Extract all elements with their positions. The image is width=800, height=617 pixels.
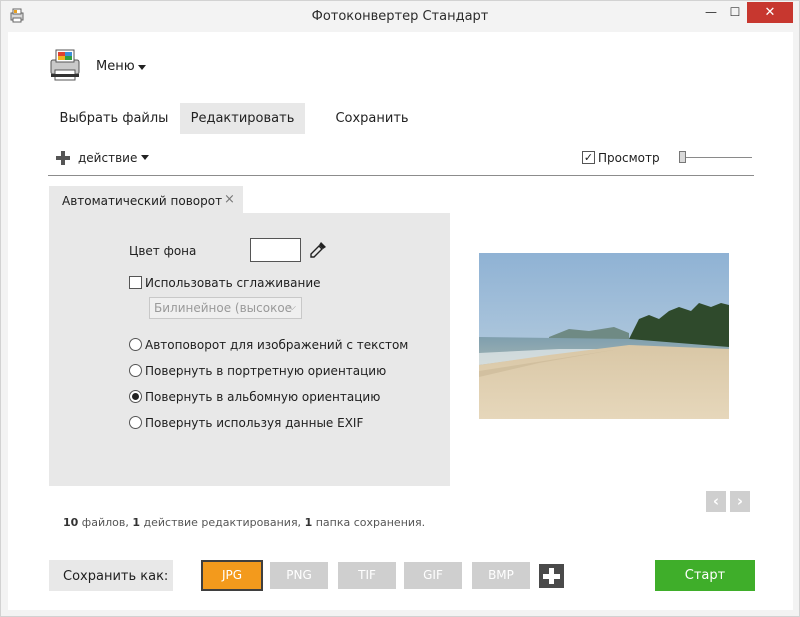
save-as-label: Сохранить как: xyxy=(63,569,169,584)
menu-label: Меню xyxy=(96,59,135,74)
radio-portrait-label: Повернуть в портретную ориентацию xyxy=(145,364,387,378)
format-tif-button[interactable]: TIF xyxy=(338,562,396,589)
format-jpg-button[interactable]: JPG xyxy=(201,560,263,591)
format-png-button[interactable]: PNG xyxy=(270,562,328,589)
printer-photo-icon xyxy=(50,49,80,81)
zoom-slider-track[interactable] xyxy=(680,157,752,158)
radio-portrait[interactable] xyxy=(129,364,142,377)
actions-count: 1 xyxy=(132,516,140,529)
tab-choose-files[interactable]: Выбрать файлы xyxy=(50,103,178,134)
chevron-down-icon xyxy=(138,65,146,70)
format-bmp-button[interactable]: BMP xyxy=(472,562,530,589)
smoothing-checkbox[interactable] xyxy=(129,276,142,289)
format-gif-button[interactable]: GIF xyxy=(404,562,462,589)
radio-exif[interactable] xyxy=(129,416,142,429)
action-tab-label: Автоматический поворот xyxy=(62,194,223,208)
add-action-button[interactable]: действие xyxy=(78,151,137,165)
chevron-down-icon[interactable] xyxy=(141,155,149,160)
background-color-label: Цвет фона xyxy=(129,244,197,258)
auto-rotate-settings: Цвет фона Использовать сглаживание Билин… xyxy=(49,213,450,486)
app-window: Фотоконвертер Стандарт — ☐ ✕ Меню Выбрат… xyxy=(0,0,800,617)
edit-toolbar: действие ✓ Просмотр xyxy=(48,144,754,176)
smoothing-label: Использовать сглаживание xyxy=(145,276,321,290)
start-button[interactable]: Старт xyxy=(655,560,755,591)
title-bar: Фотоконвертер Стандарт — ☐ ✕ xyxy=(1,1,799,32)
main-content: Меню Выбрать файлы Редактировать Сохрани… xyxy=(8,32,793,610)
radio-landscape-label: Повернуть в альбомную ориентацию xyxy=(145,390,381,404)
files-count: 10 xyxy=(63,516,79,529)
preview-checkbox[interactable]: ✓ xyxy=(582,151,595,164)
maximize-button[interactable]: ☐ xyxy=(723,2,747,23)
radio-auto-rotate-text-label: Автоповорот для изображений с текстом xyxy=(145,338,409,352)
plus-icon[interactable] xyxy=(56,151,70,165)
radio-auto-rotate-text[interactable] xyxy=(129,338,142,351)
chevron-down-icon: ⌵ xyxy=(288,302,296,313)
background-color-swatch[interactable] xyxy=(250,238,301,262)
summary-text: 10 файлов, 1 действие редактирования, 1 … xyxy=(63,516,425,529)
tab-save[interactable]: Сохранить xyxy=(308,103,436,134)
interpolation-value: Билинейное (высокое xyxy=(154,301,293,315)
radio-exif-label: Повернуть используя данные EXIF xyxy=(145,416,364,430)
zoom-slider-thumb[interactable] xyxy=(679,151,686,163)
action-tab-auto-rotate[interactable]: Автоматический поворот × xyxy=(49,186,243,213)
interpolation-select: Билинейное (высокое ⌵ xyxy=(149,297,302,319)
window-title: Фотоконвертер Стандарт xyxy=(311,9,489,24)
save-as-label-box: Сохранить как: xyxy=(49,560,173,591)
close-icon[interactable]: × xyxy=(224,192,235,207)
close-button[interactable]: ✕ xyxy=(747,2,793,23)
preview-label: Просмотр xyxy=(598,151,660,165)
tab-edit[interactable]: Редактировать xyxy=(180,103,305,134)
add-format-button[interactable] xyxy=(539,564,564,588)
next-image-button[interactable]: › xyxy=(730,491,750,512)
preview-image xyxy=(479,253,729,419)
minimize-button[interactable]: — xyxy=(699,2,723,23)
folders-text: папка сохранения. xyxy=(312,516,426,529)
radio-landscape[interactable] xyxy=(129,390,142,403)
actions-text: действие редактирования, xyxy=(140,516,305,529)
previous-image-button[interactable]: ‹ xyxy=(706,491,726,512)
eyedropper-icon[interactable] xyxy=(308,240,328,260)
files-text: файлов, xyxy=(78,516,133,529)
